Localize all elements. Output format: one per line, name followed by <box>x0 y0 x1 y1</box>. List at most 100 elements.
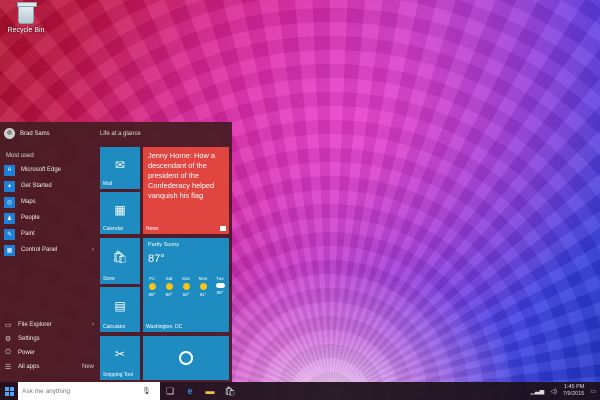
clock-time: 1:45 PM <box>563 384 585 390</box>
tile-calculator[interactable]: ▤ Calculator <box>100 287 140 332</box>
bottom-item-label: All apps <box>18 364 40 370</box>
weather-location: Washington, DC <box>146 324 183 330</box>
forecast-day: Mon 91° <box>196 276 210 297</box>
tile-store[interactable]: 🛍 Store <box>100 238 140 284</box>
tile-news[interactable]: Jenny Horne: How a descendant of the pre… <box>143 147 229 234</box>
tile-mail[interactable]: ✉ Mail <box>100 147 140 189</box>
sun-icon <box>148 283 156 290</box>
sun-icon <box>182 283 190 290</box>
most-used-item-people[interactable]: ♟ People <box>4 210 94 226</box>
start-bottom-list: ▭ File Explorer › ⚙ Settings ⏻ Power ☰ A… <box>4 318 94 374</box>
store-icon: 🛍 <box>112 250 128 265</box>
power-button[interactable]: ⏻ Power <box>4 346 94 360</box>
task-view-button[interactable]: ❏ <box>160 382 180 400</box>
most-used-item-label: Get Started <box>21 183 52 189</box>
most-used-item-label: Microsoft Edge <box>21 167 62 173</box>
most-used-item-edge[interactable]: e Microsoft Edge <box>4 162 94 178</box>
most-used-item-label: Paint <box>21 231 35 237</box>
network-icon[interactable]: ▁▃▅ <box>530 388 544 395</box>
taskbar-file-explorer-button[interactable]: ▬ <box>200 382 220 400</box>
taskbar-edge-button[interactable]: e <box>180 382 200 400</box>
most-used-item-maps[interactable]: ◎ Maps <box>4 194 94 210</box>
tile-snipping-tool[interactable]: ✂ Snipping Tool <box>100 336 140 380</box>
most-used-item-paint[interactable]: ✎ Paint <box>4 226 94 242</box>
news-icon <box>220 226 226 231</box>
clock[interactable]: 1:45 PM 7/9/2015 <box>563 384 584 398</box>
tile-label: News <box>146 226 159 232</box>
clock-date: 7/9/2015 <box>562 391 585 397</box>
most-used-list: e Microsoft Edge ✦ Get Started ◎ Maps ♟ … <box>4 162 94 258</box>
bottom-item-label: File Explorer <box>18 322 52 328</box>
chevron-right-icon[interactable]: › <box>92 322 94 328</box>
most-used-heading: Most used <box>6 153 34 159</box>
chevron-right-icon[interactable]: › <box>92 247 94 253</box>
maps-icon: ◎ <box>4 196 15 208</box>
tile-label: Store <box>103 276 115 282</box>
forecast-temp: 89° <box>216 290 224 295</box>
forecast-day-name: Mon <box>198 276 208 281</box>
new-badge: New <box>81 364 94 370</box>
user-account[interactable]: Brad Sams <box>4 128 50 139</box>
power-icon: ⏻ <box>5 349 11 356</box>
weather-condition: Partly Sunny <box>148 242 180 248</box>
forecast-day: Fri 88° <box>145 276 159 297</box>
tile-calendar[interactable]: ▦ Calendar <box>100 192 140 234</box>
tile-label: Calendar <box>103 226 124 232</box>
all-apps-icon: ☰ <box>4 364 12 371</box>
taskbar-store-button[interactable]: 🛍 <box>220 382 240 400</box>
volume-icon[interactable]: ◁) <box>550 388 557 395</box>
file-explorer-icon: ▭ <box>4 322 12 329</box>
forecast-day-name: Sun <box>181 276 190 281</box>
forecast-temp: 88° <box>148 292 156 297</box>
settings-icon: ⚙ <box>4 336 12 343</box>
recycle-bin-icon <box>17 2 37 24</box>
forecast-day: Sun 93° <box>179 276 193 297</box>
forecast-temp: 93° <box>182 292 190 297</box>
forecast-day-name: Fri <box>149 276 155 281</box>
all-apps-button[interactable]: ☰ All apps New <box>4 360 94 374</box>
most-used-item-label: Control Panel <box>21 247 58 253</box>
user-name: Brad Sams <box>20 130 50 137</box>
tile-label: Calculator <box>103 324 126 330</box>
scissors-icon: ✂ <box>114 347 126 362</box>
search-input[interactable] <box>22 387 142 395</box>
tile-label: Mail <box>103 181 113 187</box>
control-panel-icon: ▦ <box>4 244 15 256</box>
start-button[interactable] <box>0 382 18 400</box>
start-menu: Brad Sams Most used e Microsoft Edge ✦ G… <box>0 122 232 382</box>
most-used-item-get-started[interactable]: ✦ Get Started <box>4 178 94 194</box>
recycle-bin-shortcut[interactable]: Recycle Bin <box>4 2 48 34</box>
most-used-item-label: Maps <box>21 199 36 205</box>
edge-icon: e <box>4 164 15 176</box>
tile-weather[interactable]: Partly Sunny 87° Fri 88° Sat 90° Sun 93°… <box>143 238 229 332</box>
tile-label: Snipping Tool <box>103 372 133 378</box>
task-view-icon: ❏ <box>165 385 175 396</box>
file-explorer-button[interactable]: ▭ File Explorer › <box>4 318 94 332</box>
cortana-icon <box>179 351 193 365</box>
bottom-item-label: Power <box>18 350 36 356</box>
tile-cortana[interactable] <box>143 336 229 380</box>
most-used-item-control-panel[interactable]: ▦ Control Panel › <box>4 242 94 258</box>
get-started-icon: ✦ <box>4 180 15 192</box>
avatar <box>4 128 15 139</box>
paint-icon: ✎ <box>4 228 15 240</box>
calculator-icon: ▤ <box>114 298 126 313</box>
search-box[interactable]: 🎙 <box>18 382 160 400</box>
bottom-item-label: Settings <box>18 336 40 342</box>
recycle-bin-label: Recycle Bin <box>7 27 45 34</box>
notifications-icon[interactable]: ▭ <box>590 388 596 395</box>
tiles-group-heading: Life at a glance <box>100 131 141 137</box>
sun-icon <box>199 283 207 290</box>
people-icon: ♟ <box>4 212 15 224</box>
start-left-column: Brad Sams Most used e Microsoft Edge ✦ G… <box>0 122 95 382</box>
forecast-day-name: Tue <box>216 276 224 281</box>
microphone-icon[interactable]: 🎙 <box>142 387 151 395</box>
forecast-day: Tue 89° <box>213 276 227 295</box>
edge-icon: e <box>187 386 193 396</box>
windows-logo-icon <box>4 386 14 396</box>
forecast-day: Sat 90° <box>162 276 176 297</box>
folder-icon: ▬ <box>205 386 215 396</box>
forecast-temp: 90° <box>165 292 173 297</box>
news-headline: Jenny Horne: How a descendant of the pre… <box>148 151 215 200</box>
settings-button[interactable]: ⚙ Settings <box>4 332 94 346</box>
